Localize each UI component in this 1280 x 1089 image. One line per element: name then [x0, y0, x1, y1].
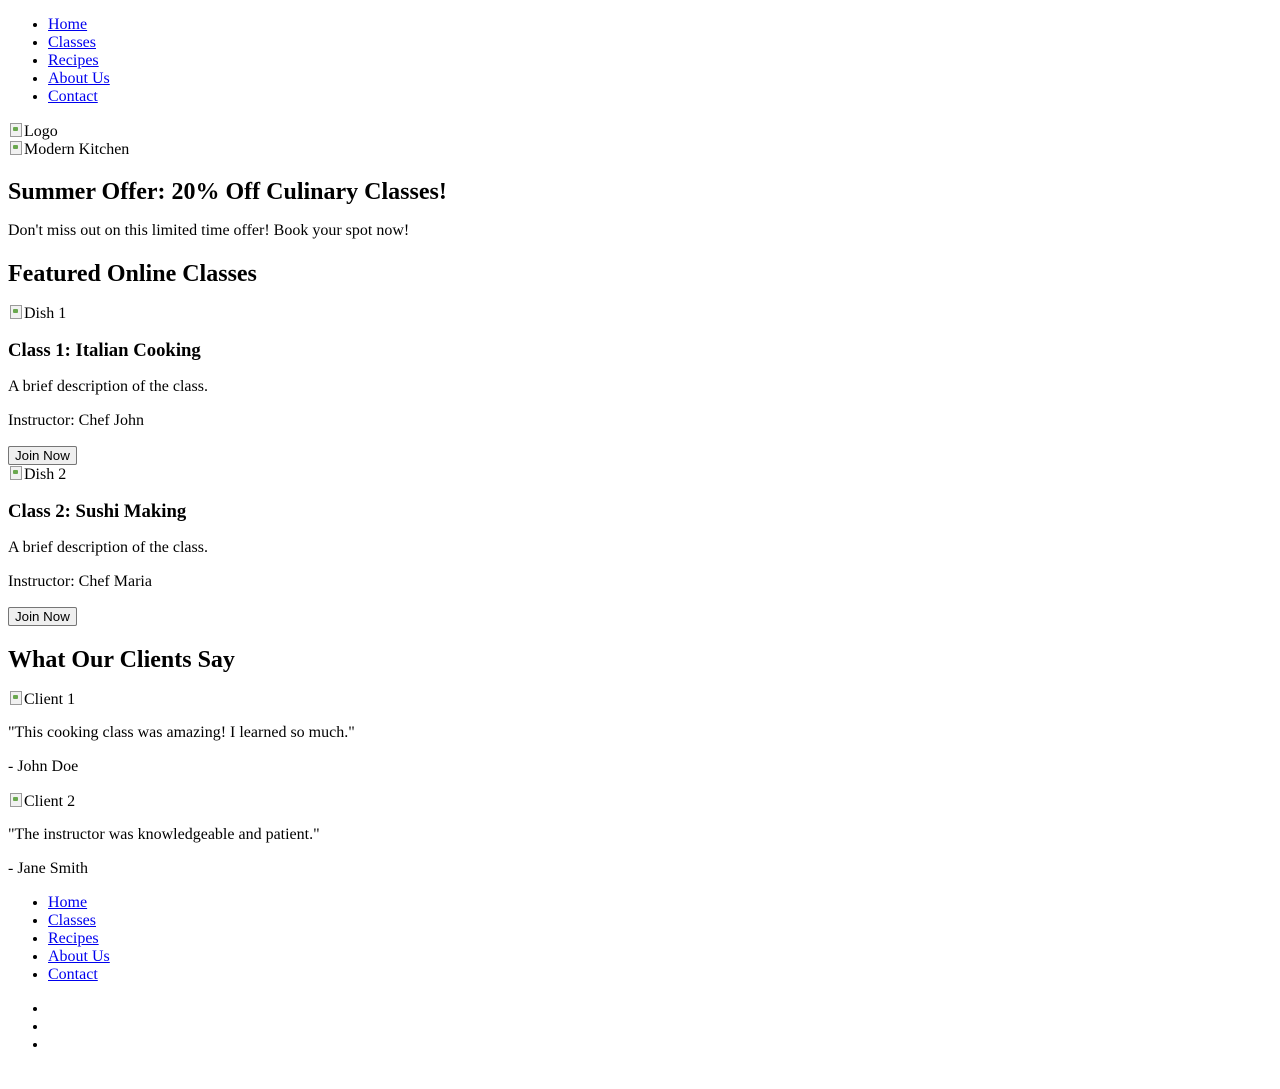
hero-alt-text: Modern Kitchen [24, 141, 130, 158]
class-1-image: Dish 1 [8, 304, 1272, 322]
page: Home Classes Recipes About Us Contact Lo… [0, 0, 1280, 1062]
class-1-image-alt: Dish 1 [24, 305, 67, 322]
class-1-title: Class 1: Italian Cooking [8, 340, 201, 361]
broken-image-icon [8, 304, 24, 320]
class-card-2: Dish 2 Class 2: Sushi Making A brief des… [8, 465, 1272, 626]
client-1-image-alt: Client 1 [24, 691, 76, 708]
nav-item-contact: Contact [48, 88, 1272, 106]
testimonial-1-quote: "This cooking class was amazing! I learn… [8, 724, 355, 741]
footer-nav: Home Classes Recipes About Us Contact [8, 894, 1272, 984]
nav-link-classes[interactable]: Classes [48, 34, 96, 51]
nav-link-home[interactable]: Home [48, 16, 87, 33]
broken-image-icon [8, 140, 24, 156]
client-2-image: Client 2 [8, 792, 1272, 810]
client-1-image: Client 1 [8, 690, 1272, 708]
testimonials-heading: What Our Clients Say [8, 647, 235, 673]
class-2-join-button[interactable]: Join Now [8, 607, 77, 626]
class-card-1: Dish 1 Class 1: Italian Cooking A brief … [8, 304, 1272, 465]
broken-image-icon [8, 690, 24, 706]
social-item-3[interactable] [48, 1036, 1272, 1054]
broken-image-icon [8, 465, 24, 481]
class-1-instructor: Instructor: Chef John [8, 412, 144, 429]
logo-alt-text: Logo [24, 123, 58, 140]
header-nav: Home Classes Recipes About Us Contact [8, 16, 1272, 106]
nav-item-recipes: Recipes [48, 52, 1272, 70]
testimonial-2: Client 2 "The instructor was knowledgeab… [8, 792, 1272, 878]
nav-link-about-us[interactable]: About Us [48, 70, 110, 87]
broken-image-icon [8, 792, 24, 808]
nav-item-classes: Classes [48, 34, 1272, 52]
footer-link-recipes[interactable]: Recipes [48, 930, 99, 947]
nav-link-recipes[interactable]: Recipes [48, 52, 99, 69]
footer-nav-item-home: Home [48, 894, 1272, 912]
logo-image: Logo [8, 122, 1272, 140]
class-2-title: Class 2: Sushi Making [8, 501, 187, 522]
class-2-image: Dish 2 [8, 465, 1272, 483]
footer-link-about-us[interactable]: About Us [48, 948, 110, 965]
featured-heading: Featured Online Classes [8, 261, 257, 287]
class-2-instructor: Instructor: Chef Maria [8, 573, 152, 590]
social-item-2[interactable] [48, 1018, 1272, 1036]
footer-nav-item-about-us: About Us [48, 948, 1272, 966]
testimonial-1: Client 1 "This cooking class was amazing… [8, 690, 1272, 776]
class-2-image-alt: Dish 2 [24, 466, 67, 483]
testimonial-1-author: - John Doe [8, 758, 79, 775]
testimonial-2-quote: "The instructor was knowledgeable and pa… [8, 826, 320, 843]
hero-image: Modern Kitchen [8, 140, 1272, 158]
footer-nav-item-classes: Classes [48, 912, 1272, 930]
social-links [8, 1000, 1272, 1054]
nav-link-contact[interactable]: Contact [48, 88, 98, 105]
client-2-image-alt: Client 2 [24, 793, 76, 810]
class-2-description: A brief description of the class. [8, 539, 208, 556]
offer-title: Summer Offer: 20% Off Culinary Classes! [8, 179, 447, 205]
footer-link-contact[interactable]: Contact [48, 966, 98, 983]
footer-nav-item-recipes: Recipes [48, 930, 1272, 948]
nav-item-about-us: About Us [48, 70, 1272, 88]
footer-link-home[interactable]: Home [48, 894, 87, 911]
footer-nav-item-contact: Contact [48, 966, 1272, 984]
broken-image-icon [8, 122, 24, 138]
class-1-description: A brief description of the class. [8, 378, 208, 395]
social-item-1[interactable] [48, 1000, 1272, 1018]
class-1-join-button[interactable]: Join Now [8, 446, 77, 465]
testimonial-2-author: - Jane Smith [8, 860, 88, 877]
nav-item-home: Home [48, 16, 1272, 34]
offer-text: Don't miss out on this limited time offe… [8, 222, 410, 239]
footer-link-classes[interactable]: Classes [48, 912, 96, 929]
